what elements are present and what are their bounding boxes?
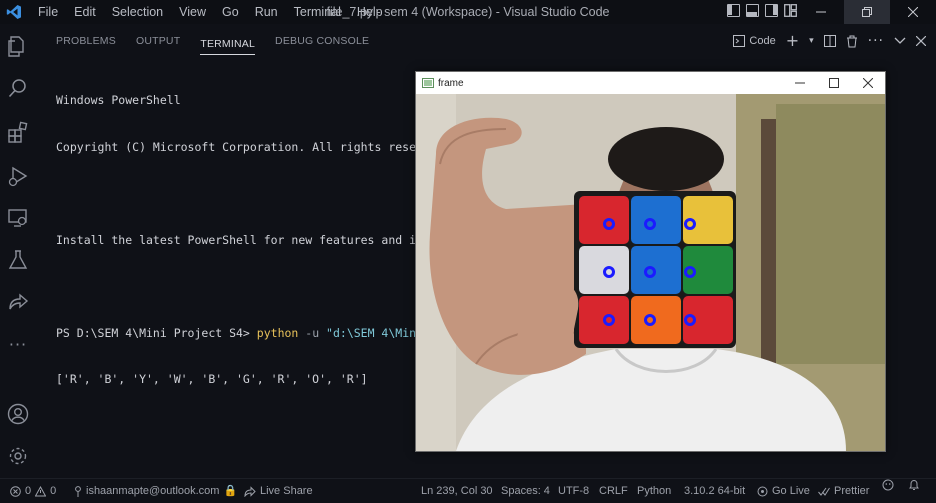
close-window-button[interactable]	[890, 0, 936, 24]
lock-icon: 🔒	[223, 485, 238, 497]
new-terminal-plus-icon[interactable]: +	[786, 33, 799, 49]
frame-window[interactable]: frame	[415, 71, 886, 452]
terminal-command-line: PS D:\SEM 4\Mini Project S4> python -u "…	[56, 326, 451, 342]
terminal-line-1: Windows PowerShell	[56, 93, 181, 107]
terminal-result: ['R', 'B', 'Y', 'W', 'B', 'G', 'R', 'O',…	[56, 372, 368, 386]
split-terminal-icon[interactable]	[823, 35, 836, 47]
go-live-label: Go Live	[772, 485, 810, 497]
end-of-line[interactable]: CRLF	[599, 479, 628, 503]
account-icon[interactable]	[6, 402, 30, 426]
frame-close-button[interactable]	[851, 72, 885, 94]
live-share-icon[interactable]	[6, 290, 30, 314]
go-live-button[interactable]: Go Live	[757, 479, 810, 503]
live-share-label: Live Share	[260, 485, 313, 497]
window-controls	[798, 0, 936, 24]
cube-sticker-2	[631, 196, 681, 244]
run-debug-icon[interactable]	[6, 164, 30, 188]
menu-selection[interactable]: Selection	[104, 0, 171, 24]
cube-sticker-5	[631, 246, 681, 294]
terminal-output[interactable]: Windows PowerShell Copyright (C) Microso…	[56, 62, 451, 419]
tab-output[interactable]: OUTPUT	[136, 24, 180, 58]
frame-app-icon	[422, 78, 434, 88]
menu-help[interactable]: Help	[349, 0, 391, 24]
terminal-args: -u	[298, 325, 327, 340]
prettier-label: Prettier	[834, 485, 870, 497]
terminal-line-2: Copyright (C) Microsoft Corporation. All…	[56, 139, 451, 154]
error-icon	[10, 485, 21, 497]
status-bar: 0 0 ishaanmapte@outlook.com 🔒 Live Share…	[0, 478, 936, 503]
panel-tabs: PROBLEMS OUTPUT TERMINAL DEBUG CONSOLE	[56, 24, 369, 58]
cursor-position[interactable]: Ln 239, Col 30	[421, 479, 493, 503]
maximize-panel-icon[interactable]	[894, 37, 906, 45]
account-status[interactable]: ishaanmapte@outlook.com 🔒	[74, 479, 237, 503]
live-share-status-icon	[244, 485, 256, 497]
panel-actions: Code + ▾ ···	[733, 24, 926, 58]
indentation[interactable]: Spaces: 4	[501, 479, 550, 503]
terminal-icon	[733, 35, 746, 47]
language-mode[interactable]: Python	[637, 479, 671, 503]
extensions-icon[interactable]	[6, 120, 30, 144]
broadcast-icon	[757, 486, 768, 496]
testing-icon[interactable]	[6, 248, 30, 272]
terminal-command: python	[256, 325, 299, 340]
person-icon	[75, 485, 81, 497]
customize-layout-icon[interactable]	[784, 4, 797, 17]
tab-debug-console[interactable]: DEBUG CONSOLE	[275, 24, 369, 58]
live-share-status[interactable]: Live Share	[244, 479, 313, 503]
terminal-name: Code	[749, 35, 776, 47]
minimize-button[interactable]	[798, 0, 844, 24]
layout-controls	[727, 4, 797, 17]
menu-view[interactable]: View	[171, 0, 214, 24]
account-email: ishaanmapte@outlook.com	[86, 485, 220, 497]
frame-title: frame	[438, 77, 464, 89]
encoding[interactable]: UTF-8	[558, 479, 589, 503]
terminal-selector[interactable]: Code	[733, 35, 776, 47]
feedback-icon[interactable]	[882, 479, 894, 491]
double-check-icon	[818, 487, 830, 496]
menu-terminal[interactable]: Terminal	[286, 0, 349, 24]
camera-feed	[416, 94, 885, 451]
warning-count: 0	[50, 485, 57, 497]
problems-indicator[interactable]: 0 0	[10, 479, 56, 503]
close-panel-icon[interactable]	[916, 36, 926, 46]
python-interpreter[interactable]: 3.10.2 64-bit	[684, 479, 745, 503]
menu-file[interactable]: File	[30, 0, 66, 24]
frame-window-controls	[783, 72, 885, 94]
toggle-secondary-sidebar-icon[interactable]	[765, 4, 778, 17]
menu-run[interactable]: Run	[247, 0, 286, 24]
restore-button[interactable]	[844, 0, 890, 24]
terminal-line-3: Install the latest PowerShell for new fe…	[56, 232, 451, 247]
tab-problems[interactable]: PROBLEMS	[56, 24, 116, 58]
search-icon[interactable]	[6, 76, 30, 100]
notifications-bell-icon[interactable]	[908, 479, 920, 491]
cube-sticker-1	[579, 196, 629, 244]
more-icon[interactable]: ···	[6, 332, 30, 356]
cube-sticker-9	[683, 296, 733, 344]
remote-explorer-icon[interactable]	[6, 206, 30, 230]
menu-bar: File Edit Selection View Go Run Terminal…	[30, 0, 391, 24]
menu-edit[interactable]: Edit	[66, 0, 104, 24]
toggle-primary-sidebar-icon[interactable]	[727, 4, 740, 17]
prettier-status[interactable]: Prettier	[818, 479, 869, 503]
toggle-panel-icon[interactable]	[746, 4, 759, 17]
warning-icon	[35, 485, 47, 496]
frame-maximize-button[interactable]	[817, 72, 851, 94]
chevron-down-icon[interactable]: ▾	[809, 36, 814, 46]
activity-bar: ···	[0, 24, 36, 478]
title-bar: File Edit Selection View Go Run Terminal…	[0, 0, 936, 24]
terminal-prompt: PS D:\SEM 4\Mini Project S4>	[56, 325, 257, 340]
vscode-logo-icon[interactable]	[0, 0, 28, 24]
frame-minimize-button[interactable]	[783, 72, 817, 94]
more-actions-icon[interactable]: ···	[868, 33, 884, 49]
menu-go[interactable]: Go	[214, 0, 247, 24]
settings-gear-icon[interactable]	[6, 444, 30, 468]
files-icon[interactable]	[6, 34, 30, 58]
rubiks-cube	[579, 196, 733, 344]
frame-title-bar: frame	[416, 72, 885, 94]
error-count: 0	[25, 485, 32, 497]
trash-icon[interactable]	[846, 35, 858, 48]
cube-sticker-6	[683, 246, 733, 294]
tab-terminal[interactable]: TERMINAL	[200, 28, 256, 55]
